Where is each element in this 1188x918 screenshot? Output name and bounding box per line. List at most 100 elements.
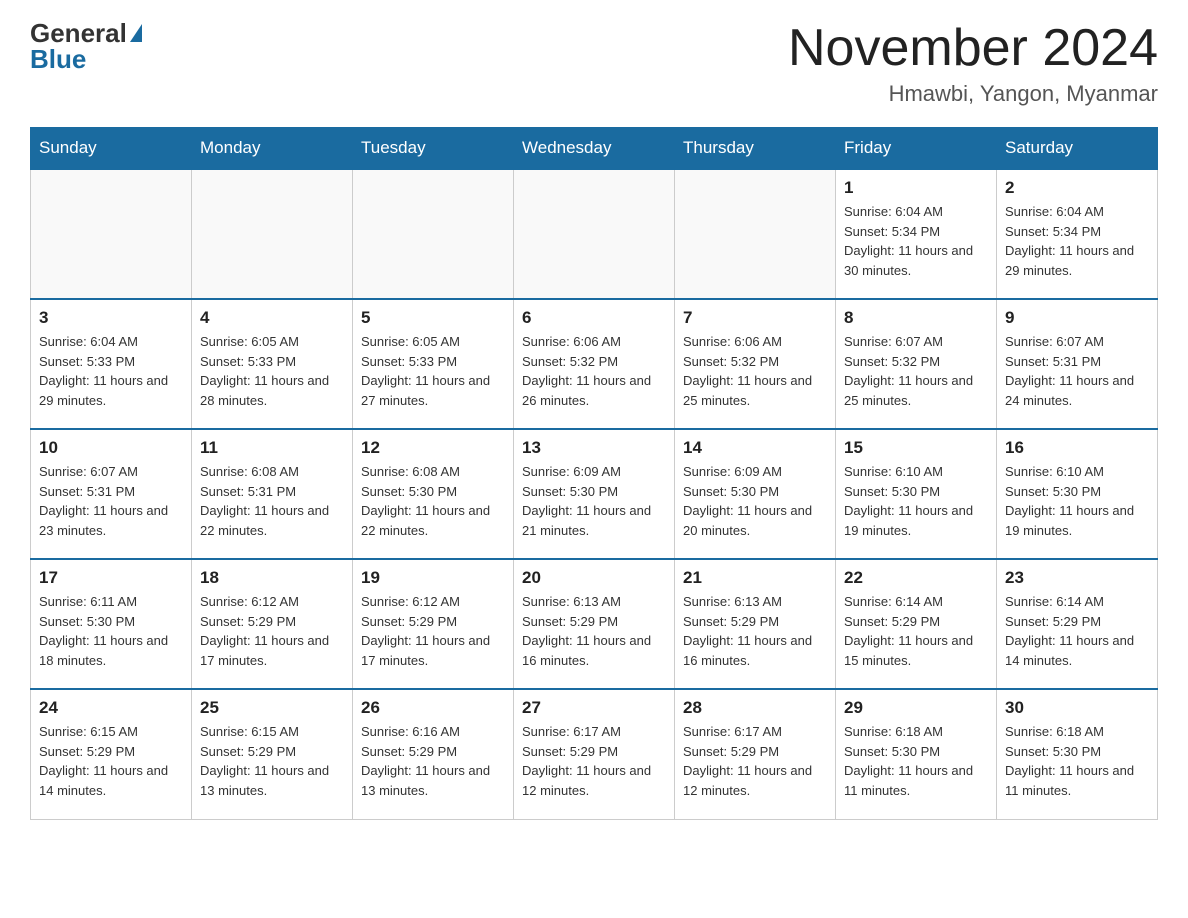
table-row	[192, 169, 353, 299]
day-info: Sunrise: 6:07 AMSunset: 5:32 PMDaylight:…	[844, 332, 988, 410]
days-of-week-row: SundayMondayTuesdayWednesdayThursdayFrid…	[31, 128, 1158, 170]
day-number: 16	[1005, 438, 1149, 458]
table-row: 27Sunrise: 6:17 AMSunset: 5:29 PMDayligh…	[514, 689, 675, 819]
title-area: November 2024 Hmawbi, Yangon, Myanmar	[788, 20, 1158, 107]
day-info: Sunrise: 6:08 AMSunset: 5:31 PMDaylight:…	[200, 462, 344, 540]
calendar-week-row: 1 Sunrise: 6:04 AMSunset: 5:34 PMDaylight…	[31, 169, 1158, 299]
day-number: 4	[200, 308, 344, 328]
day-number: 24	[39, 698, 183, 718]
table-row: 7Sunrise: 6:06 AMSunset: 5:32 PMDaylight…	[675, 299, 836, 429]
day-number: 3	[39, 308, 183, 328]
day-number: 15	[844, 438, 988, 458]
day-info: Sunrise: 6:16 AMSunset: 5:29 PMDaylight:…	[361, 722, 505, 800]
table-row	[514, 169, 675, 299]
day-info: Sunrise: 6:10 AMSunset: 5:30 PMDaylight:…	[1005, 462, 1149, 540]
day-info: Sunrise: 6:04 AMSunset: 5:34 PMDaylight:…	[1005, 202, 1149, 280]
month-year-title: November 2024	[788, 20, 1158, 77]
day-number: 23	[1005, 568, 1149, 588]
day-number: 22	[844, 568, 988, 588]
table-row: 26 Sunrise: 6:16 AMSunset: 5:29 PMDayligh…	[353, 689, 514, 819]
day-of-week-tuesday: Tuesday	[353, 128, 514, 170]
table-row: 10 Sunrise: 6:07 AMSunset: 5:31 PMDayligh…	[31, 429, 192, 559]
table-row: 1 Sunrise: 6:04 AMSunset: 5:34 PMDaylight…	[836, 169, 997, 299]
day-of-week-wednesday: Wednesday	[514, 128, 675, 170]
day-number: 18	[200, 568, 344, 588]
day-info: Sunrise: 6:17 AMSunset: 5:29 PMDaylight:…	[683, 722, 827, 800]
day-info: Sunrise: 6:13 AMSunset: 5:29 PMDaylight:…	[522, 592, 666, 670]
day-number: 21	[683, 568, 827, 588]
table-row: 11 Sunrise: 6:08 AMSunset: 5:31 PMDayligh…	[192, 429, 353, 559]
day-number: 1	[844, 178, 988, 198]
calendar-week-row: 10 Sunrise: 6:07 AMSunset: 5:31 PMDayligh…	[31, 429, 1158, 559]
table-row: 6 Sunrise: 6:06 AMSunset: 5:32 PMDaylight…	[514, 299, 675, 429]
table-row: 29Sunrise: 6:18 AMSunset: 5:30 PMDayligh…	[836, 689, 997, 819]
table-row: 9 Sunrise: 6:07 AMSunset: 5:31 PMDaylight…	[997, 299, 1158, 429]
logo: General Blue	[30, 20, 142, 75]
day-number: 2	[1005, 178, 1149, 198]
day-info: Sunrise: 6:09 AMSunset: 5:30 PMDaylight:…	[683, 462, 827, 540]
calendar-week-row: 3 Sunrise: 6:04 AMSunset: 5:33 PMDaylight…	[31, 299, 1158, 429]
day-of-week-saturday: Saturday	[997, 128, 1158, 170]
logo-triangle-icon	[130, 24, 142, 42]
logo-general: General	[30, 20, 127, 46]
calendar-week-row: 24 Sunrise: 6:15 AMSunset: 5:29 PMDayligh…	[31, 689, 1158, 819]
day-number: 10	[39, 438, 183, 458]
table-row: 20 Sunrise: 6:13 AMSunset: 5:29 PMDayligh…	[514, 559, 675, 689]
day-info: Sunrise: 6:10 AMSunset: 5:30 PMDaylight:…	[844, 462, 988, 540]
table-row: 5 Sunrise: 6:05 AMSunset: 5:33 PMDaylight…	[353, 299, 514, 429]
table-row	[675, 169, 836, 299]
day-number: 28	[683, 698, 827, 718]
day-number: 5	[361, 308, 505, 328]
table-row: 28 Sunrise: 6:17 AMSunset: 5:29 PMDayligh…	[675, 689, 836, 819]
day-of-week-sunday: Sunday	[31, 128, 192, 170]
day-number: 13	[522, 438, 666, 458]
table-row: 15 Sunrise: 6:10 AMSunset: 5:30 PMDayligh…	[836, 429, 997, 559]
day-number: 11	[200, 438, 344, 458]
location-subtitle: Hmawbi, Yangon, Myanmar	[788, 81, 1158, 107]
table-row: 4 Sunrise: 6:05 AMSunset: 5:33 PMDaylight…	[192, 299, 353, 429]
day-info: Sunrise: 6:04 AMSunset: 5:33 PMDaylight:…	[39, 332, 183, 410]
day-info: Sunrise: 6:05 AMSunset: 5:33 PMDaylight:…	[361, 332, 505, 410]
day-info: Sunrise: 6:06 AMSunset: 5:32 PMDaylight:…	[522, 332, 666, 410]
day-info: Sunrise: 6:15 AMSunset: 5:29 PMDaylight:…	[39, 722, 183, 800]
day-info: Sunrise: 6:18 AMSunset: 5:30 PMDaylight:…	[1005, 722, 1149, 800]
day-info: Sunrise: 6:14 AMSunset: 5:29 PMDaylight:…	[1005, 592, 1149, 670]
table-row: 21 Sunrise: 6:13 AMSunset: 5:29 PMDayligh…	[675, 559, 836, 689]
table-row: 23 Sunrise: 6:14 AMSunset: 5:29 PMDayligh…	[997, 559, 1158, 689]
day-number: 25	[200, 698, 344, 718]
day-info: Sunrise: 6:05 AMSunset: 5:33 PMDaylight:…	[200, 332, 344, 410]
day-info: Sunrise: 6:13 AMSunset: 5:29 PMDaylight:…	[683, 592, 827, 670]
day-number: 20	[522, 568, 666, 588]
page-header: General Blue November 2024 Hmawbi, Yango…	[30, 20, 1158, 107]
table-row: 17Sunrise: 6:11 AMSunset: 5:30 PMDayligh…	[31, 559, 192, 689]
day-info: Sunrise: 6:12 AMSunset: 5:29 PMDaylight:…	[361, 592, 505, 670]
day-info: Sunrise: 6:07 AMSunset: 5:31 PMDaylight:…	[1005, 332, 1149, 410]
day-info: Sunrise: 6:08 AMSunset: 5:30 PMDaylight:…	[361, 462, 505, 540]
day-info: Sunrise: 6:15 AMSunset: 5:29 PMDaylight:…	[200, 722, 344, 800]
day-info: Sunrise: 6:12 AMSunset: 5:29 PMDaylight:…	[200, 592, 344, 670]
day-info: Sunrise: 6:14 AMSunset: 5:29 PMDaylight:…	[844, 592, 988, 670]
table-row: 12 Sunrise: 6:08 AMSunset: 5:30 PMDayligh…	[353, 429, 514, 559]
day-number: 30	[1005, 698, 1149, 718]
day-info: Sunrise: 6:09 AMSunset: 5:30 PMDaylight:…	[522, 462, 666, 540]
day-number: 17	[39, 568, 183, 588]
day-info: Sunrise: 6:04 AMSunset: 5:34 PMDaylight:…	[844, 202, 988, 280]
day-of-week-friday: Friday	[836, 128, 997, 170]
day-number: 6	[522, 308, 666, 328]
day-number: 26	[361, 698, 505, 718]
day-info: Sunrise: 6:07 AMSunset: 5:31 PMDaylight:…	[39, 462, 183, 540]
table-row: 8Sunrise: 6:07 AMSunset: 5:32 PMDaylight…	[836, 299, 997, 429]
day-info: Sunrise: 6:18 AMSunset: 5:30 PMDaylight:…	[844, 722, 988, 800]
table-row	[31, 169, 192, 299]
table-row: 25 Sunrise: 6:15 AMSunset: 5:29 PMDayligh…	[192, 689, 353, 819]
day-number: 9	[1005, 308, 1149, 328]
calendar-week-row: 17Sunrise: 6:11 AMSunset: 5:30 PMDayligh…	[31, 559, 1158, 689]
day-number: 12	[361, 438, 505, 458]
day-of-week-thursday: Thursday	[675, 128, 836, 170]
table-row: 16 Sunrise: 6:10 AMSunset: 5:30 PMDayligh…	[997, 429, 1158, 559]
day-number: 14	[683, 438, 827, 458]
day-number: 27	[522, 698, 666, 718]
table-row: 14 Sunrise: 6:09 AMSunset: 5:30 PMDayligh…	[675, 429, 836, 559]
table-row: 18 Sunrise: 6:12 AMSunset: 5:29 PMDayligh…	[192, 559, 353, 689]
table-row: 13 Sunrise: 6:09 AMSunset: 5:30 PMDayligh…	[514, 429, 675, 559]
